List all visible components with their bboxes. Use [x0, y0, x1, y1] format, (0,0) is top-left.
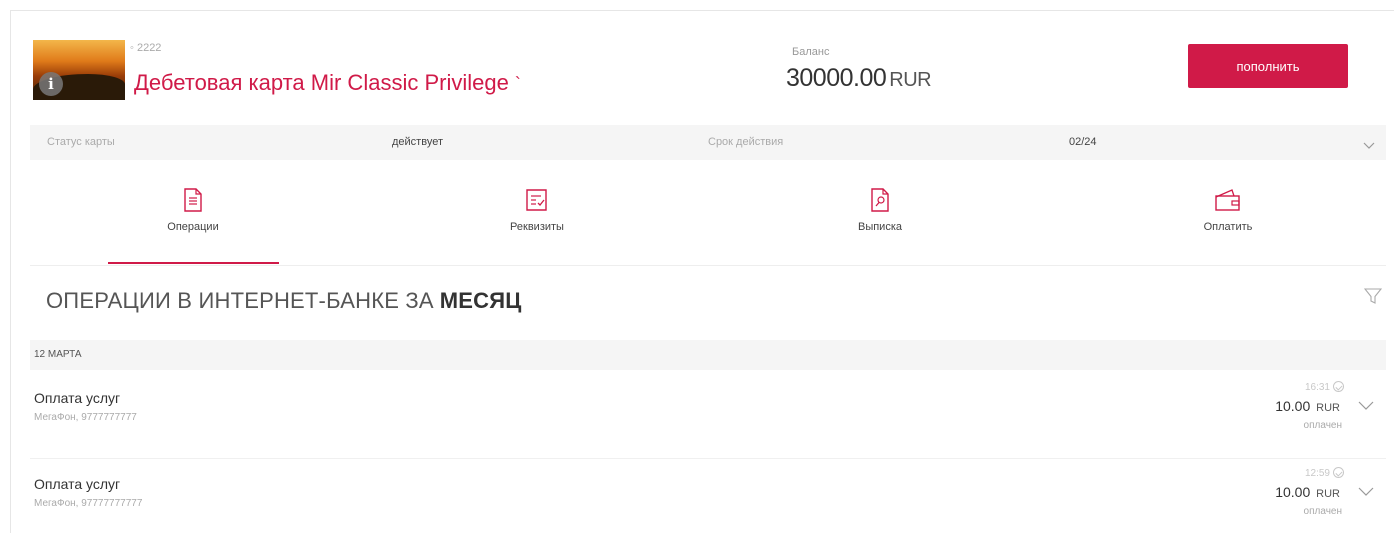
- operation-time: 16:31: [1305, 381, 1344, 393]
- chevron-down-icon[interactable]: [1358, 487, 1374, 497]
- wallet-icon: [1215, 189, 1240, 211]
- active-tab-indicator: [108, 262, 279, 264]
- tabs-divider: [30, 265, 1386, 266]
- card-number: ◦ 2222: [130, 42, 162, 54]
- operation-amount-value: 10.00: [1275, 398, 1311, 414]
- balance-amount: 30000.00 RUR: [786, 64, 932, 93]
- operation-details: МегаФон, 97777777777: [34, 498, 143, 509]
- operation-amount-value: 10.00: [1275, 484, 1311, 500]
- operation-currency: RUR: [1316, 402, 1340, 414]
- check-circle-icon: [1333, 381, 1344, 392]
- tab-statement-label: Выписка: [857, 221, 903, 233]
- tab-requisites-label: Реквизиты: [510, 221, 564, 233]
- info-icon[interactable]: i: [39, 72, 63, 96]
- card-image[interactable]: i: [33, 40, 125, 100]
- expiry-value: 02/24: [1069, 136, 1097, 148]
- operation-status: оплачен: [1303, 506, 1342, 517]
- tab-operations[interactable]: Операции: [113, 188, 273, 233]
- tab-pay[interactable]: Оплатить: [1148, 188, 1308, 233]
- filter-icon[interactable]: [1364, 287, 1382, 305]
- tab-pay-label: Оплатить: [1203, 221, 1253, 233]
- operations-icon: [184, 188, 202, 212]
- section-title: ОПЕРАЦИИ В ИНТЕРНЕТ-БАНКЕ ЗА МЕСЯЦ: [46, 288, 522, 314]
- tab-statement[interactable]: Выписка: [800, 188, 960, 233]
- balance-currency: RUR: [889, 69, 932, 91]
- chevron-down-icon[interactable]: [1358, 401, 1374, 411]
- operation-row[interactable]: Оплата услуг МегаФон, 97777777777 12:59 …: [30, 458, 1386, 533]
- balance-value: 30000.00: [786, 64, 887, 92]
- operation-amount: 10.00 RUR: [1275, 398, 1340, 414]
- operation-time: 12:59: [1305, 467, 1344, 479]
- expiry-label: Срок действия: [708, 136, 784, 148]
- requisites-icon: [526, 189, 547, 211]
- tab-requisites[interactable]: Реквизиты: [457, 188, 617, 233]
- check-circle-icon: [1333, 467, 1344, 478]
- operation-name: Оплата услуг: [34, 476, 121, 492]
- operation-currency: RUR: [1316, 488, 1340, 500]
- operation-row[interactable]: Оплата услуг МегаФон, 9777777777 16:31 1…: [30, 373, 1386, 453]
- card-title-text: Дебетовая карта Mir Classic Privilege: [134, 70, 509, 95]
- operation-time-value: 16:31: [1304, 382, 1330, 393]
- card-status-value: действует: [392, 136, 443, 148]
- section-title-text: ОПЕРАЦИИ В ИНТЕРНЕТ-БАНКЕ ЗА: [46, 288, 434, 313]
- period-selector[interactable]: МЕСЯЦ: [440, 288, 522, 313]
- operation-status: оплачен: [1303, 420, 1342, 431]
- card-status-label: Статус карты: [47, 136, 115, 148]
- operation-details: МегаФон, 9777777777: [34, 412, 137, 423]
- card-status-bar: Статус карты действует Срок действия 02/…: [30, 125, 1386, 160]
- date-group-label: 12 МАРТА: [34, 349, 82, 360]
- operation-time-value: 12:59: [1304, 468, 1330, 479]
- operation-amount: 10.00 RUR: [1275, 484, 1340, 500]
- date-group-header: 12 МАРТА: [30, 340, 1386, 370]
- tab-operations-label: Операции: [167, 221, 219, 233]
- balance-label: Баланс: [792, 46, 830, 58]
- chevron-down-icon[interactable]: [1363, 140, 1375, 152]
- operation-name: Оплата услуг: [34, 390, 121, 406]
- card-title[interactable]: Дебетовая карта Mir Classic Privilege `: [134, 70, 521, 96]
- statement-icon: [871, 188, 889, 212]
- card-title-suffix: `: [514, 74, 521, 94]
- topup-button[interactable]: пополнить: [1188, 44, 1348, 88]
